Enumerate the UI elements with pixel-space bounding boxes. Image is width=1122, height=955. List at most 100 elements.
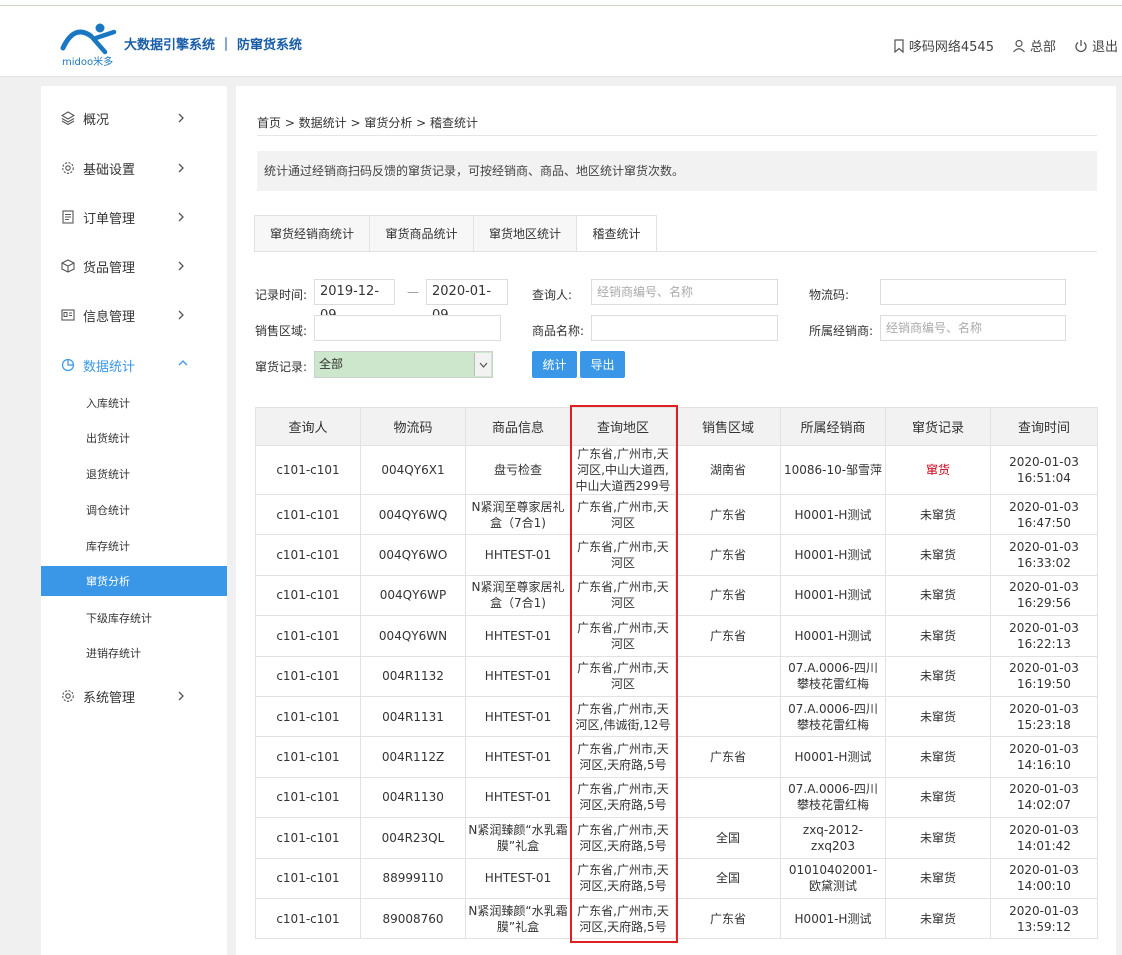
query-time-cell-text: 2020-01-03 16:51:04: [1009, 455, 1079, 485]
inquirer-cell[interactable]: c101-c101: [255, 493, 361, 536]
sidebar-item-goods[interactable]: 货品管理: [41, 248, 227, 284]
column-header: 查询地区: [570, 407, 676, 446]
query-time-cell: 2020-01-03 14:00:10: [990, 857, 1098, 899]
dealer-cell[interactable]: H0001-H测试: [780, 736, 886, 778]
record-cell-text: 未窜货: [919, 750, 956, 765]
dealer-cell[interactable]: H0001-H测试: [780, 534, 886, 576]
tab-region-stats[interactable]: 窜货地区统计: [473, 215, 576, 252]
dealer-cell[interactable]: H0001-H测试: [780, 493, 886, 536]
query-time-cell-text: 2020-01-03 14:00:10: [1009, 863, 1079, 894]
logistics-code-input[interactable]: [880, 279, 1066, 305]
sidebar-item-statistics[interactable]: 数据统计: [41, 347, 227, 383]
dealer-cell-text: zxq-2012-zxq203: [802, 822, 864, 853]
sub-item-inbound-stats[interactable]: 入库统计: [41, 388, 227, 418]
record-cell: 未窜货: [885, 695, 991, 738]
product-cell: N紧润至尊家居礼盒（7合1): [465, 493, 571, 536]
hq-link[interactable]: 总部: [1012, 36, 1056, 55]
dealer-cell[interactable]: zxq-2012-zxq203: [780, 817, 886, 859]
dealer-cell[interactable]: 10086-10-邹雪萍: [780, 445, 886, 495]
product-cell-text: HHTEST-01: [484, 709, 552, 724]
sidebar-item-system[interactable]: 系统管理: [41, 678, 227, 714]
chevron-right-icon: [178, 113, 184, 123]
export-button[interactable]: 导出: [580, 351, 625, 378]
results-table: 查询人 物流码 商品信息 查询地区 销售区域 所属经销商 窜货记录 查询时间 c…: [255, 407, 1098, 940]
query-area-cell: 广东省,广州市,天河区: [570, 655, 676, 697]
sub-item-purchase-sales-stats[interactable]: 进销存统计: [41, 638, 227, 668]
inquirer-cell[interactable]: c101-c101: [255, 736, 361, 778]
bookmark-icon: [894, 38, 904, 53]
company-link[interactable]: 哆码网络4545: [893, 36, 994, 55]
dealer-cell[interactable]: H0001-H测试: [780, 897, 886, 940]
sidebar-item-label: 订单管理: [83, 211, 136, 227]
sidebar-item-label: 数据统计: [83, 359, 136, 375]
product-cell: N紧润臻颜“水乳霜膜”礼盒: [465, 817, 571, 859]
gear-icon: [62, 162, 74, 174]
record-cell-text: 窜货: [925, 463, 950, 477]
sidebar-item-orders[interactable]: 订单管理: [41, 199, 227, 235]
sidebar-item-label: 系统管理: [83, 690, 136, 706]
dealer-input[interactable]: 经销商编号、名称: [880, 315, 1066, 341]
column-header: 物流码: [360, 407, 466, 446]
inquirer-cell[interactable]: c101-c101: [255, 655, 361, 697]
sub-item-cross-region-analysis[interactable]: 窜货分析: [41, 566, 227, 596]
inquirer-cell[interactable]: c101-c101: [255, 615, 361, 657]
inquirer-cell[interactable]: c101-c101: [255, 857, 361, 899]
inquirer-cell-text: c101-c101: [276, 790, 340, 805]
product-cell: HHTEST-01: [465, 695, 571, 738]
sub-item-inventory-stats[interactable]: 库存统计: [41, 531, 227, 561]
dealer-cell-text: H0001-H测试: [794, 628, 872, 643]
tab-dealer-stats[interactable]: 窜货经销商统计: [254, 215, 369, 252]
dealer-cell[interactable]: 07.A.0006-四川攀枝花雷红梅: [780, 776, 886, 819]
sidebar-item-label: 货品管理: [83, 260, 136, 276]
inquirer-cell[interactable]: c101-c101: [255, 776, 361, 819]
inquirer-cell[interactable]: c101-c101: [255, 817, 361, 859]
sidebar-item-info[interactable]: 信息管理: [41, 297, 227, 333]
record-cell: 未窜货: [885, 493, 991, 536]
table-row: c101-c101 89008760 N紧润臻颜“水乳霜膜”礼盒 广东省,广州市,天河…: [255, 897, 1098, 940]
sub-item-shipping-stats[interactable]: 出货统计: [41, 423, 227, 453]
logistics-code-cell: 004R1131: [360, 695, 466, 738]
sales-region-input[interactable]: [314, 315, 501, 341]
sidebar-item-overview[interactable]: 概况: [41, 100, 227, 136]
query-time-cell: 2020-01-03 14:16:10: [990, 736, 1098, 778]
sales-region-cell-text: 广东省: [709, 548, 746, 563]
record-cell: 未窜货: [885, 736, 991, 778]
sidebar-item-label: 概况: [83, 112, 110, 128]
start-date-input[interactable]: 2019-12-09: [314, 279, 395, 323]
product-cell-text: N紧润至尊家居礼盒（7合1): [471, 499, 565, 530]
inquirer-cell[interactable]: c101-c101: [255, 534, 361, 576]
product-cell-text: HHTEST-01: [484, 871, 552, 886]
tabs-divider: [254, 251, 1097, 252]
logistics-code-cell-text: 004QY6WQ: [378, 507, 448, 522]
logistics-code-cell: 004R1132: [360, 655, 466, 697]
end-date-input[interactable]: 2020-01-09: [426, 279, 508, 323]
sub-item-return-stats[interactable]: 退货统计: [41, 459, 227, 489]
sales-region-cell-text: 广东省: [709, 911, 746, 926]
product-name-input[interactable]: [591, 315, 778, 341]
stat-button[interactable]: 统计: [532, 351, 577, 378]
record-select[interactable]: 全部: [314, 351, 493, 378]
sub-item-sub-inventory-stats[interactable]: 下级库存统计: [41, 603, 227, 633]
dealer-cell[interactable]: H0001-H测试: [780, 574, 886, 617]
dealer-cell[interactable]: 01010402001-欧黛测试: [780, 857, 886, 899]
sidebar-item-basic-settings[interactable]: 基础设置: [41, 150, 227, 186]
dealer-cell[interactable]: 07.A.0006-四川攀枝花雷红梅: [780, 695, 886, 738]
query-area-cell: 广东省,广州市,天河区,天府路,5号: [570, 776, 676, 819]
product-name-label: 商品名称:: [532, 324, 585, 338]
inquirer-cell[interactable]: c101-c101: [255, 574, 361, 617]
document-icon: [62, 210, 74, 224]
inquirer-cell[interactable]: c101-c101: [255, 445, 361, 495]
inquirer-input[interactable]: 经销商编号、名称: [591, 279, 778, 305]
inquirer-cell[interactable]: c101-c101: [255, 897, 361, 940]
dealer-cell[interactable]: 07.A.0006-四川攀枝花雷红梅: [780, 655, 886, 697]
sub-item-transfer-stats[interactable]: 调仓统计: [41, 495, 227, 525]
tab-audit-stats[interactable]: 稽查统计: [576, 215, 657, 252]
query-time-cell: 2020-01-03 16:51:04: [990, 445, 1098, 495]
inquirer-cell[interactable]: c101-c101: [255, 695, 361, 738]
table-row: c101-c101 004QY6WP N紧润至尊家居礼盒（7合1) 广东省,广州市,天…: [255, 574, 1098, 617]
dealer-cell[interactable]: H0001-H测试: [780, 615, 886, 657]
logout-button[interactable]: 退出: [1074, 36, 1118, 55]
query-area-cell-text: 广东省,广州市,天河区,天府路,5号: [577, 742, 669, 773]
sales-region-cell: 广东省: [675, 736, 781, 778]
tab-product-stats[interactable]: 窜货商品统计: [369, 215, 473, 252]
